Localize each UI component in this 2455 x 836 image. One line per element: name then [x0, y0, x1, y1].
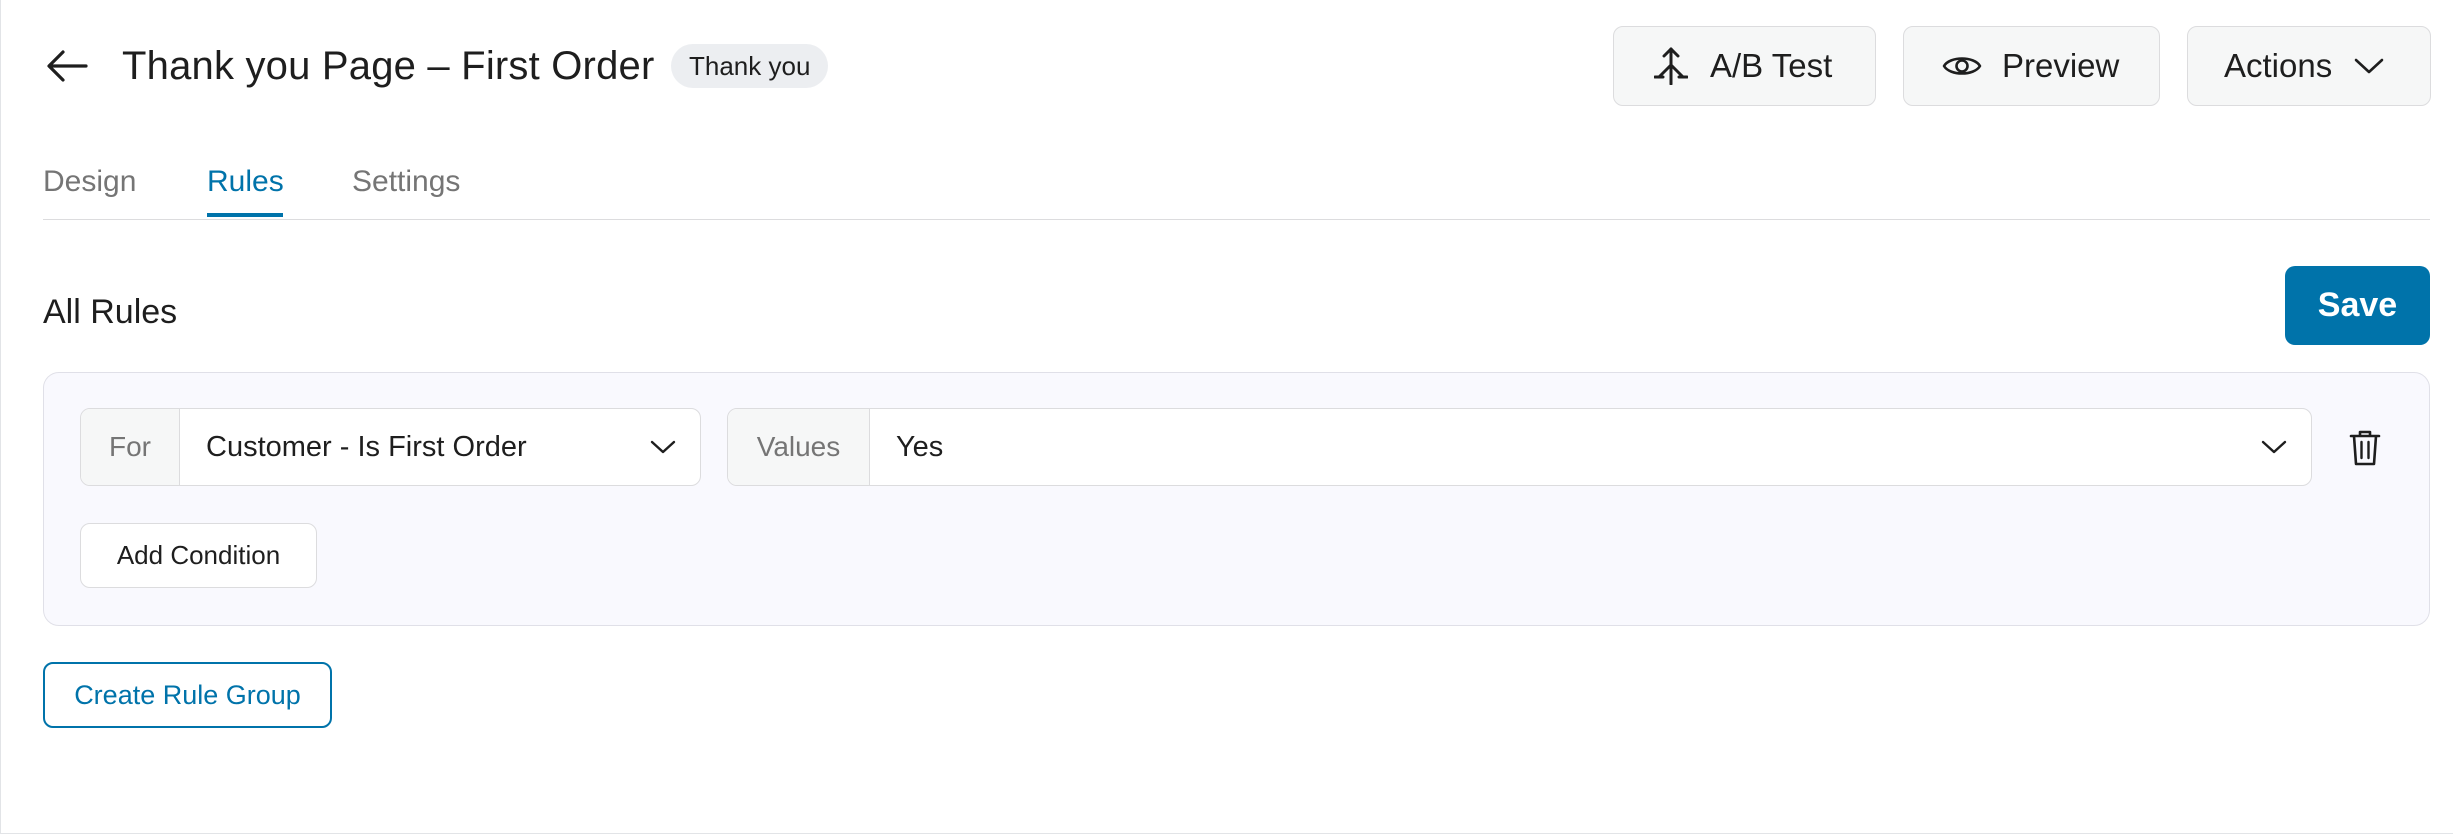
page-frame: Thank you Page – First Order Thank you A… — [0, 0, 2453, 834]
tab-design[interactable]: Design — [43, 164, 136, 200]
rules-heading: All Rules — [43, 293, 178, 331]
active-tab-indicator — [207, 213, 283, 217]
chevron-down-icon — [2261, 439, 2287, 455]
preview-button[interactable]: Preview — [1903, 26, 2160, 106]
tab-rules[interactable]: Rules — [207, 164, 284, 200]
condition-rule-value: Customer - Is First Order — [206, 430, 527, 463]
values-label: Values — [728, 409, 870, 485]
condition-rule-field: For Customer - Is First Order — [80, 408, 701, 486]
tab-settings[interactable]: Settings — [352, 164, 460, 200]
for-label: For — [81, 409, 180, 485]
add-condition-button[interactable]: Add Condition — [80, 523, 317, 588]
arrow-left-icon — [46, 49, 88, 83]
chevron-down-icon — [2354, 57, 2384, 75]
trash-icon — [2349, 429, 2381, 467]
condition-values-value: Yes — [896, 430, 944, 463]
page-title: Thank you Page – First Order — [122, 44, 655, 88]
condition-values-field: Values Yes — [727, 408, 2312, 486]
back-button[interactable] — [43, 38, 91, 94]
delete-condition-button[interactable] — [2342, 425, 2388, 471]
rule-group-panel: For Customer - Is First Order Values Yes — [43, 372, 2430, 626]
preview-label: Preview — [2002, 47, 2120, 84]
condition-values-select[interactable]: Yes — [870, 409, 2311, 485]
actions-label: Actions — [2224, 47, 2333, 84]
ab-test-button[interactable]: A/B Test — [1613, 26, 1876, 106]
condition-rule-select[interactable]: Customer - Is First Order — [180, 409, 700, 485]
tab-bar: Design Rules Settings — [43, 150, 2430, 220]
save-button[interactable]: Save — [2285, 266, 2430, 345]
actions-dropdown-button[interactable]: Actions — [2187, 26, 2431, 106]
page-type-badge: Thank you — [671, 44, 829, 88]
eye-icon — [1942, 53, 1982, 79]
create-rule-group-button[interactable]: Create Rule Group — [43, 662, 332, 728]
split-arrows-icon — [1654, 47, 1688, 85]
chevron-down-icon — [650, 439, 676, 455]
ab-test-label: A/B Test — [1710, 47, 1833, 84]
